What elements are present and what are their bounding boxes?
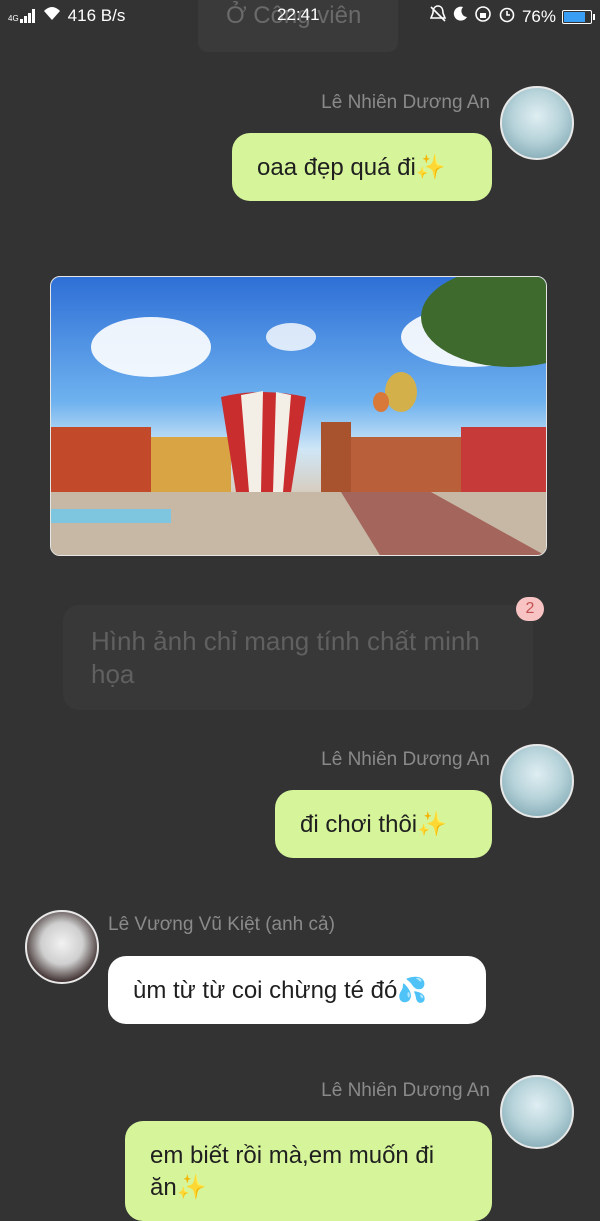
avatar[interactable]: [25, 910, 99, 984]
notice-banner: Hình ảnh chỉ mang tính chất minh họa: [63, 605, 533, 710]
message-text: em biết rồi mà,em muốn đi ăn✨: [150, 1142, 435, 1201]
count-badge: 2: [516, 597, 544, 621]
battery-percent: 76%: [521, 6, 556, 26]
wifi-icon: [42, 5, 62, 26]
moon-icon: [452, 6, 468, 27]
park-illustration: [51, 277, 546, 555]
message-bubble[interactable]: oaa đẹp quá đi✨: [232, 133, 492, 201]
sender-name: Lê Nhiên Dương An: [321, 1080, 490, 1101]
alarm-icon: [498, 5, 516, 28]
battery-fill: [564, 11, 586, 22]
network-speed: 416 B/s: [67, 5, 126, 25]
avatar[interactable]: [500, 86, 574, 160]
avatar[interactable]: [500, 744, 574, 818]
notice-text: Hình ảnh chỉ mang tính chất minh họa: [91, 626, 480, 689]
message-text: đi chơi thôi✨: [300, 811, 448, 838]
message-bubble[interactable]: đi chơi thôi✨: [275, 790, 492, 858]
network-type: 4G: [8, 13, 19, 23]
sender-name: Lê Vương Vũ Kiệt (anh cả): [108, 914, 335, 935]
clock: 22:41: [277, 5, 320, 24]
message-text: ùm từ từ coi chừng té đó💦: [133, 977, 428, 1004]
bell-off-icon: [429, 5, 447, 28]
signal-icon: 4G: [8, 8, 36, 23]
amusement-park-image[interactable]: [50, 276, 547, 556]
message-bubble[interactable]: em biết rồi mà,em muốn đi ăn✨: [125, 1121, 492, 1221]
sender-name: Lê Nhiên Dương An: [321, 749, 490, 770]
status-bar: 4G 416 B/s Ở Công viên 22:41 76%: [0, 0, 600, 52]
sender-name: Lê Nhiên Dương An: [321, 92, 490, 113]
message-bubble[interactable]: ùm từ từ coi chừng té đó💦: [108, 956, 486, 1024]
message-text: oaa đẹp quá đi✨: [257, 154, 446, 181]
battery-icon: [562, 9, 595, 24]
avatar[interactable]: [500, 1075, 574, 1149]
rotation-lock-icon: [474, 5, 492, 28]
